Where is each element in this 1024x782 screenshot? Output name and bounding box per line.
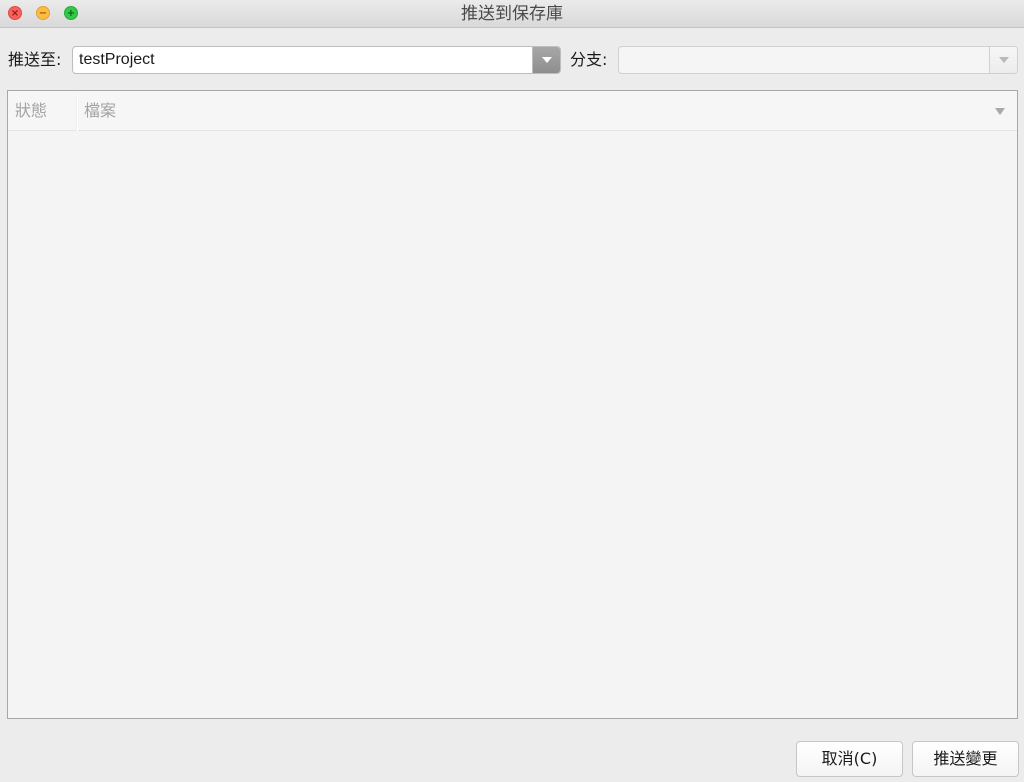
chevron-down-icon: [542, 57, 552, 63]
chevron-down-icon: [999, 57, 1009, 63]
sort-down-icon[interactable]: [995, 108, 1005, 115]
branch-select[interactable]: [618, 46, 1018, 74]
cancel-button[interactable]: 取消(C): [796, 741, 903, 777]
column-header-file[interactable]: 檔案: [84, 91, 116, 131]
push-to-dropdown-button[interactable]: [532, 47, 560, 73]
column-divider[interactable]: [77, 95, 78, 131]
push-to-label: 推送至:: [8, 50, 62, 69]
title-bar: × − + 推送到保存庫: [0, 0, 1024, 28]
table-header: 狀態 檔案: [8, 91, 1017, 131]
table-body: [8, 131, 1017, 718]
branch-label: 分支:: [570, 50, 608, 69]
window-title: 推送到保存庫: [461, 4, 563, 24]
push-changes-button[interactable]: 推送變更: [912, 741, 1019, 777]
push-to-remote-value: testProject: [79, 51, 155, 68]
push-to-remote-select[interactable]: testProject: [72, 46, 561, 74]
push-to-repository-dialog: × − + 推送到保存庫 推送至: testProject 分支: 狀態 檔案 …: [0, 0, 1024, 782]
branch-dropdown-button[interactable]: [989, 47, 1017, 73]
column-header-status[interactable]: 狀態: [15, 91, 47, 131]
file-table[interactable]: 狀態 檔案: [7, 90, 1018, 719]
